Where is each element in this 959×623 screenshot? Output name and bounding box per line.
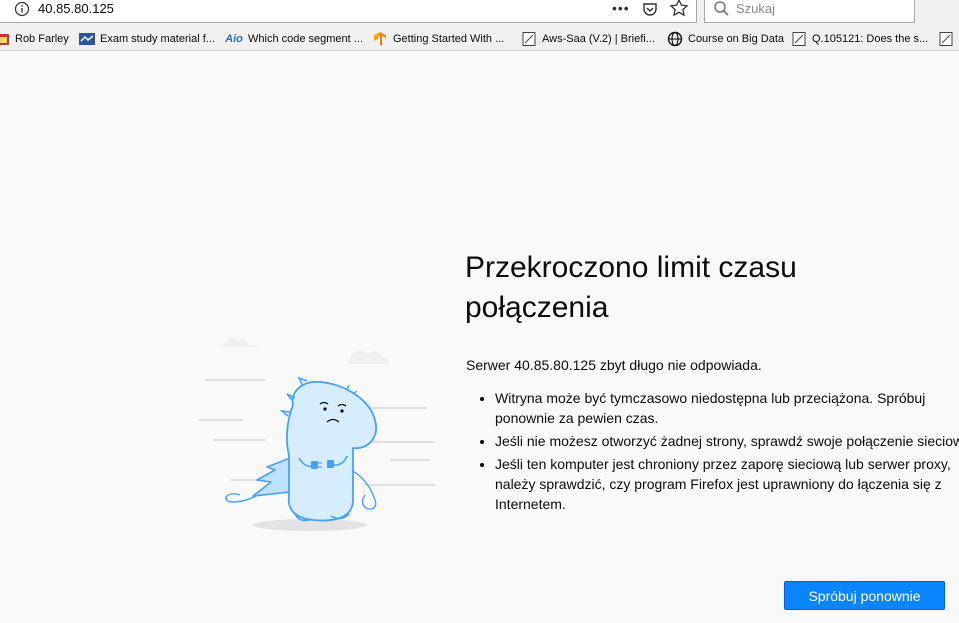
bookmark-label: Which code segment ... (248, 33, 363, 45)
blue-site-icon (79, 31, 95, 47)
error-title: Przekroczono limit czasu połączenia (465, 248, 885, 328)
bookmark-label: Getting Started With ... (393, 33, 505, 45)
bookmark-item[interactable]: Exam study material f... (79, 30, 215, 48)
nav-toolbar: 40.85.80.125 ••• Szukaj (0, 0, 959, 27)
bookmark-star-icon[interactable] (669, 0, 689, 18)
error-description: Serwer 40.85.80.125 zbyt długo nie odpow… (466, 357, 762, 373)
error-tip: Jeśli nie możesz otworzyć żadnej strony,… (495, 431, 959, 451)
bookmark-label: Course on Big Data (688, 33, 784, 45)
bookmark-item[interactable]: Rob Farley (0, 30, 69, 48)
error-tips-list: Witryna może być tymczasowo niedostępna … (475, 388, 959, 517)
bookmark-label: Exam study material f... (100, 33, 215, 45)
bookmark-item[interactable]: Aio Which code segment ... (225, 30, 363, 48)
bookmark-item[interactable]: Getting Started With ... (372, 30, 504, 48)
bookmark-item[interactable]: Aws-Saa (V.2) | Briefi... (521, 30, 655, 48)
error-tip: Witryna może być tymczasowo niedostępna … (495, 388, 959, 428)
info-icon[interactable] (14, 1, 30, 17)
bookmark-item[interactable]: Q.105121: Does the s... (791, 30, 928, 48)
bookmark-label: Q.105121: Does the s... (812, 33, 929, 45)
red-folder-icon (0, 31, 10, 47)
error-title-line1: Przekroczono limit czasu (465, 251, 797, 284)
search-bar[interactable]: Szukaj (704, 0, 915, 23)
page-actions-icon[interactable]: ••• (612, 0, 630, 16)
bookmark-overflow[interactable] (938, 30, 959, 48)
url-text[interactable]: 40.85.80.125 (38, 1, 114, 17)
bookmark-label: Aws-Saa (V.2) | Briefi... (542, 33, 655, 45)
bookmark-label: Rob Farley (15, 33, 69, 45)
search-icon (714, 1, 729, 16)
search-placeholder: Szukaj (736, 1, 776, 16)
page-icon (521, 31, 537, 47)
url-bar[interactable]: 40.85.80.125 ••• (0, 0, 697, 23)
bookmarks-toolbar: Rob Farley Exam study material f... Aio … (0, 27, 959, 51)
bookmark-item[interactable]: Course on Big Data (667, 30, 784, 48)
aio-icon: Aio (225, 33, 243, 45)
error-tip: Jeśli ten komputer jest chroniony przez … (495, 454, 959, 514)
page-icon (791, 31, 807, 47)
tensorflow-icon (372, 31, 388, 47)
pocket-icon[interactable] (641, 0, 659, 18)
disconnected-dino-illustration (199, 337, 435, 531)
page-icon (938, 31, 954, 47)
globe-icon (667, 31, 683, 47)
retry-button[interactable]: Spróbuj ponownie (784, 581, 945, 610)
error-title-line2: połączenia (465, 291, 609, 324)
